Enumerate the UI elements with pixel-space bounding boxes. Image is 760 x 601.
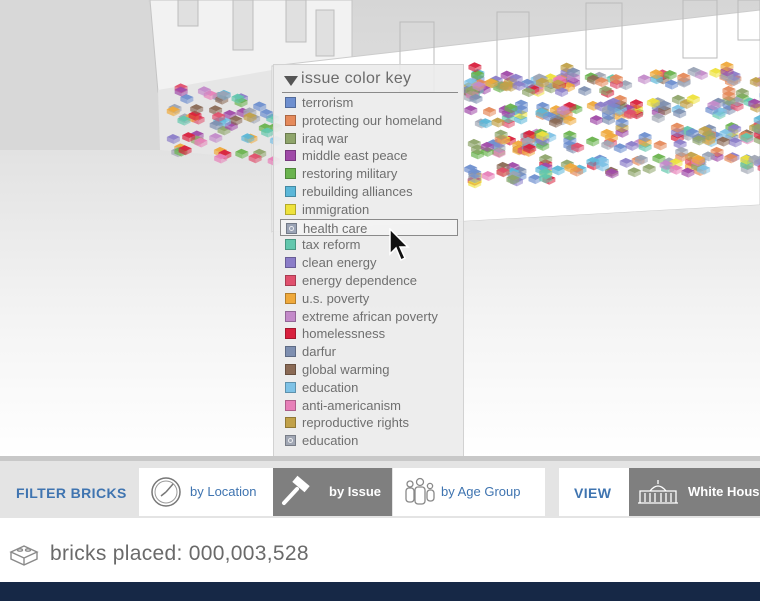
white-house-icon xyxy=(638,480,678,504)
key-item-label: terrorism xyxy=(302,95,354,110)
collapse-triangle-icon[interactable] xyxy=(284,76,298,86)
view-section: VIEW xyxy=(559,468,629,516)
mouse-pointer-icon xyxy=(389,228,410,262)
key-item-label: iraq war xyxy=(302,130,349,146)
key-item[interactable]: darfur xyxy=(280,343,458,360)
color-swatch xyxy=(285,346,296,358)
key-item[interactable]: extreme african poverty xyxy=(280,308,458,325)
key-item-label: immigration xyxy=(302,201,370,217)
tab-by-issue[interactable]: by Issue xyxy=(273,468,392,516)
key-item[interactable]: terrorism xyxy=(280,94,458,111)
color-swatch xyxy=(285,114,296,126)
tab-by-location-label: by Location xyxy=(190,484,257,499)
tab-by-location[interactable]: by Location xyxy=(139,468,273,516)
key-item-label: homelessness xyxy=(302,326,386,342)
key-item[interactable]: u.s. poverty xyxy=(280,290,458,307)
view-white-house-label: White House xyxy=(688,484,760,499)
key-item-label: education xyxy=(302,379,359,395)
tab-by-age-group[interactable]: by Age Group xyxy=(393,468,545,516)
key-item-label: middle east peace xyxy=(302,148,408,164)
color-swatch xyxy=(285,364,296,375)
footer-bar xyxy=(0,582,760,601)
key-item[interactable]: homelessness xyxy=(280,325,458,342)
key-item-label: restoring military xyxy=(302,166,398,182)
brick-icon xyxy=(9,545,39,566)
key-item-label: extreme african poverty xyxy=(302,308,438,324)
bricks-placed-label: bricks placed: xyxy=(50,542,183,565)
color-swatch xyxy=(285,399,296,411)
gavel-icon xyxy=(282,475,310,505)
key-item[interactable]: rebuilding alliances xyxy=(280,183,458,200)
key-item[interactable]: education xyxy=(280,379,458,396)
people-icon xyxy=(405,477,435,505)
key-item-label: rebuilding alliances xyxy=(302,184,413,199)
key-item[interactable]: health care xyxy=(280,218,458,236)
key-item-label: protecting our homeland xyxy=(302,112,443,128)
tab-by-issue-label: by Issue xyxy=(329,484,382,499)
key-item[interactable]: reproductive rights xyxy=(280,414,458,431)
color-swatch xyxy=(285,328,296,340)
key-item-label: clean energy xyxy=(302,255,377,271)
color-swatch xyxy=(285,381,296,393)
key-item-label: anti-americanism xyxy=(302,397,401,413)
key-item[interactable]: protecting our homeland xyxy=(280,112,458,129)
key-item-label: darfur xyxy=(302,344,336,360)
key-item[interactable]: restoring military xyxy=(280,165,458,182)
view-white-house[interactable]: White House xyxy=(629,468,760,516)
bricks-placed-count: 000,003,528 xyxy=(188,542,309,565)
view-label: VIEW xyxy=(574,485,612,501)
color-swatch xyxy=(285,239,296,251)
key-item-label: global warming xyxy=(302,362,390,377)
status-bar: bricks placed: 000,003,528 xyxy=(0,528,760,582)
key-item[interactable]: clean energy xyxy=(280,254,458,271)
key-item-label: tax reform xyxy=(302,237,361,253)
color-swatch xyxy=(285,150,296,162)
key-item-label: education xyxy=(302,433,359,449)
key-item[interactable]: anti-americanism xyxy=(280,397,458,414)
key-item-label: health care xyxy=(303,220,368,236)
key-title: issue color key xyxy=(301,70,412,87)
color-swatch xyxy=(285,275,296,286)
color-swatch xyxy=(285,310,296,322)
key-item[interactable]: immigration xyxy=(280,201,458,218)
key-item-label: u.s. poverty xyxy=(302,290,370,306)
color-swatch xyxy=(285,97,296,108)
color-swatch xyxy=(285,292,296,304)
key-item-label: energy dependence xyxy=(302,273,417,288)
color-swatch xyxy=(285,203,296,215)
color-swatch xyxy=(285,186,296,197)
left-wall-shadow xyxy=(0,0,168,150)
key-item[interactable]: middle east peace xyxy=(280,147,458,164)
color-swatch xyxy=(285,417,296,429)
key-item[interactable]: energy dependence xyxy=(280,272,458,289)
issue-color-key-panel: issue color key terrorism protecting our … xyxy=(273,64,464,462)
bricks-placed-counter: bricks placed: 000,003,528 xyxy=(50,542,309,566)
key-item[interactable]: education xyxy=(280,432,458,449)
color-swatch xyxy=(285,257,296,269)
filter-bricks-label: FILTER BRICKS xyxy=(16,485,127,501)
key-item[interactable]: tax reform xyxy=(280,236,458,253)
key-item[interactable]: iraq war xyxy=(280,130,458,147)
color-swatch xyxy=(285,132,296,144)
color-swatch xyxy=(285,168,296,180)
color-swatch xyxy=(286,222,297,234)
color-swatch xyxy=(285,435,296,447)
key-item[interactable]: global warming xyxy=(280,361,458,378)
key-header[interactable]: issue color key xyxy=(282,70,458,93)
key-item-label: reproductive rights xyxy=(302,415,409,431)
tab-by-age-group-label: by Age Group xyxy=(441,484,521,499)
compass-icon xyxy=(151,477,181,507)
